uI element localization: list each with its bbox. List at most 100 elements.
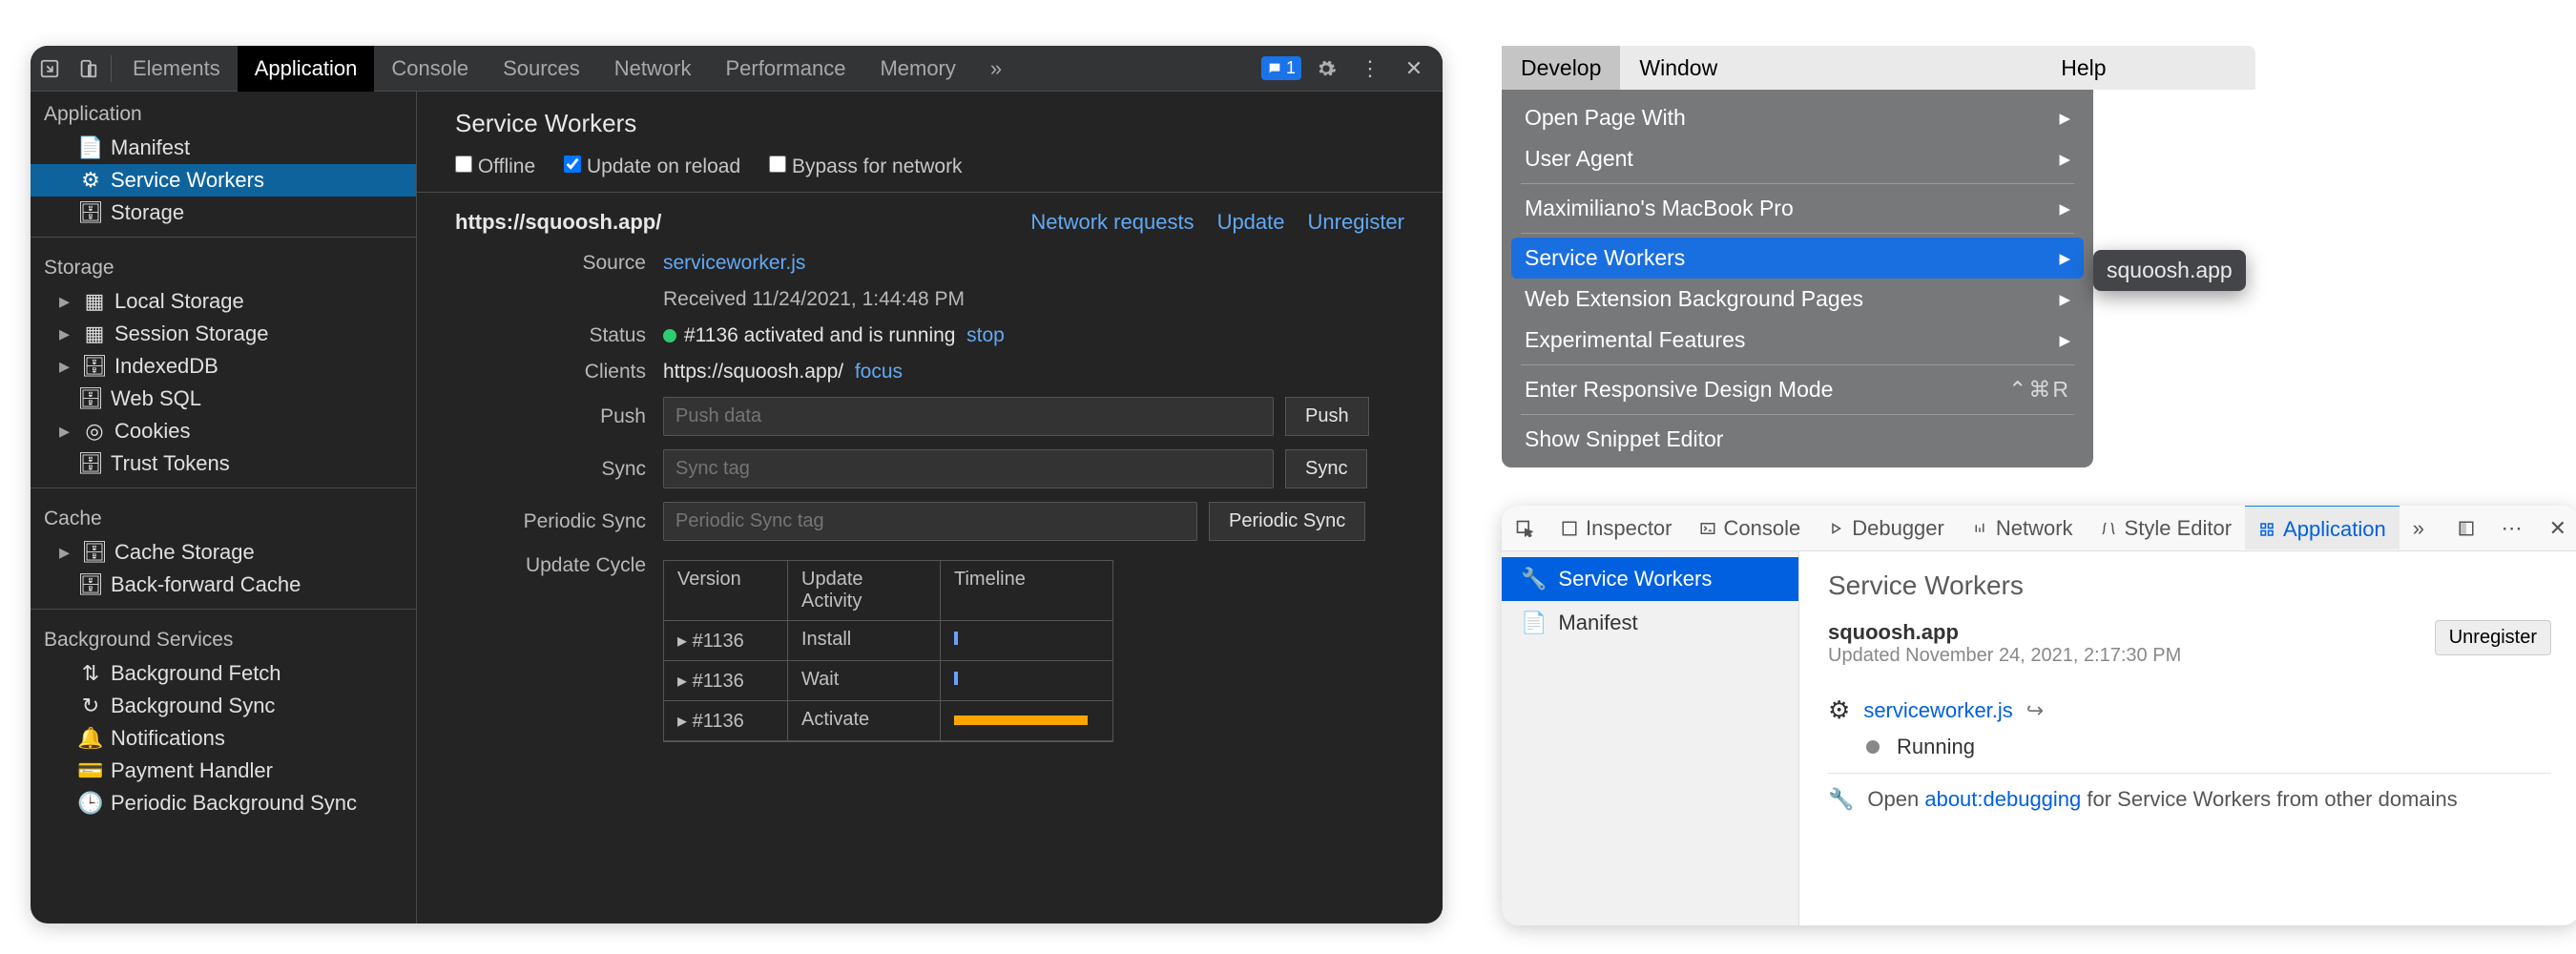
tab-console[interactable]: Console [1686, 506, 1815, 551]
sidebar-item-notifications[interactable]: 🔔Notifications [31, 722, 416, 755]
uc-row[interactable]: ▸ #1136 [664, 621, 788, 661]
timeline-bar [954, 716, 1088, 725]
menu-responsive-design[interactable]: Enter Responsive Design Mode⌃⌘R [1511, 369, 2084, 410]
sidebar-item-manifest[interactable]: 📄 Manifest [1502, 601, 1798, 645]
tab-application[interactable]: Application [2245, 506, 2399, 550]
tab-console[interactable]: Console [374, 46, 486, 92]
sidebar-item-cache-storage[interactable]: ▸🗄Cache Storage [31, 536, 416, 569]
chevron-right-icon[interactable]: ▸ [59, 321, 71, 346]
sidebar-item-cookies[interactable]: ▸◎Cookies [31, 415, 416, 447]
tabs-overflow-icon[interactable]: » [973, 46, 1019, 92]
push-button[interactable]: Push [1285, 397, 1369, 436]
close-icon[interactable]: ✕ [2536, 506, 2576, 551]
menu-user-agent[interactable]: User Agent▸ [1511, 138, 2084, 179]
chevron-right-icon[interactable]: ▸ [59, 289, 71, 314]
external-link-icon[interactable]: ↪ [2026, 698, 2044, 723]
tab-performance[interactable]: Performance [708, 46, 862, 92]
database-icon: 🗄 [80, 388, 101, 409]
offline-checkbox[interactable] [455, 156, 472, 173]
develop-dropdown: Open Page With▸ User Agent▸ Maximiliano'… [1502, 90, 2093, 467]
menu-window[interactable]: Window [1620, 46, 1736, 90]
status-text: Running [1897, 735, 1975, 759]
menu-service-workers[interactable]: Service Workers▸ [1511, 238, 2084, 279]
network-requests-link[interactable]: Network requests [1030, 210, 1194, 235]
script-link[interactable]: serviceworker.js [1863, 698, 2012, 723]
tab-elements[interactable]: Elements [115, 46, 238, 92]
sync-input[interactable] [663, 449, 1274, 488]
tab-style-editor[interactable]: Style Editor [2087, 506, 2246, 551]
chevron-right-icon[interactable]: ▸ [59, 419, 71, 444]
tab-network[interactable]: Network [597, 46, 709, 92]
sidebar-item-storage[interactable]: 🗄 Storage [31, 197, 416, 229]
close-icon[interactable]: ✕ [1395, 46, 1433, 92]
uc-col-version: Version [664, 561, 788, 621]
status-dot-icon [663, 329, 676, 342]
menu-snippet-editor[interactable]: Show Snippet Editor [1511, 419, 2084, 460]
periodic-sync-input[interactable] [663, 502, 1197, 541]
device-icon[interactable] [69, 46, 107, 92]
inspect-icon[interactable] [31, 46, 69, 92]
opt-bypass[interactable]: Bypass for network [769, 156, 962, 178]
sidebar-item-trust-tokens[interactable]: 🗄Trust Tokens [31, 447, 416, 480]
tab-debugger[interactable]: Debugger [1814, 506, 1958, 551]
gear-icon[interactable] [1307, 46, 1345, 92]
issues-count: 1 [1286, 58, 1296, 78]
sync-button[interactable]: Sync [1285, 449, 1367, 488]
about-debugging-link[interactable]: about:debugging [1924, 787, 2081, 811]
sidebar-item-manifest[interactable]: 📄 Manifest [31, 132, 416, 164]
timeline-tick [954, 672, 958, 685]
focus-link[interactable]: focus [855, 361, 903, 383]
uc-row[interactable]: ▸ #1136 [664, 701, 788, 741]
label: Service Workers [111, 168, 264, 193]
more-icon[interactable]: ⋯ [2488, 506, 2536, 551]
opt-update-reload[interactable]: Update on reload [564, 156, 740, 178]
submenu-item-squoosh[interactable]: squoosh.app [2107, 258, 2233, 283]
unregister-link[interactable]: Unregister [1308, 210, 1404, 235]
uc-row[interactable]: ▸ #1136 [664, 661, 788, 701]
sidebar-item-bf-cache[interactable]: 🗄Back-forward Cache [31, 569, 416, 601]
sidebar-item-service-workers[interactable]: ⚙ Service Workers [31, 164, 416, 197]
page-title: Service Workers [455, 109, 1404, 138]
sidebar-item-session-storage[interactable]: ▸▦Session Storage [31, 318, 416, 350]
push-input[interactable] [663, 397, 1274, 436]
pick-element-icon[interactable] [1502, 506, 1548, 551]
tab-inspector[interactable]: Inspector [1548, 506, 1686, 551]
chrome-tabs: Elements Application Console Sources Net… [115, 46, 1019, 92]
menu-develop[interactable]: Develop [1502, 46, 1620, 90]
tab-application[interactable]: Application [238, 46, 375, 92]
chevron-right-icon[interactable]: ▸ [59, 540, 71, 565]
menu-help[interactable]: Help [2042, 46, 2125, 90]
sidebar-item-indexeddb[interactable]: ▸🗄IndexedDB [31, 350, 416, 383]
source-link[interactable]: serviceworker.js [663, 252, 805, 274]
database-icon: 🗄 [80, 574, 101, 595]
tabs-overflow-icon[interactable]: » [2399, 506, 2438, 551]
chevron-right-icon[interactable]: ▸ [59, 354, 71, 379]
dock-icon[interactable] [2444, 506, 2488, 551]
issues-badge[interactable]: 1 [1261, 56, 1301, 80]
sw-submenu: squoosh.app [2093, 250, 2246, 291]
sidebar-item-web-sql[interactable]: 🗄Web SQL [31, 383, 416, 415]
sidebar-item-service-workers[interactable]: 🔧 Service Workers [1502, 557, 1798, 601]
menu-web-ext-bg[interactable]: Web Extension Background Pages▸ [1511, 279, 2084, 320]
unregister-button[interactable]: Unregister [2435, 620, 2551, 655]
tab-memory[interactable]: Memory [862, 46, 972, 92]
sidebar-item-bg-fetch[interactable]: ⇅Background Fetch [31, 657, 416, 690]
opt-offline[interactable]: Offline [455, 156, 535, 178]
sidebar-item-bg-sync[interactable]: ↻Background Sync [31, 690, 416, 722]
menu-device[interactable]: Maximiliano's MacBook Pro▸ [1511, 188, 2084, 229]
tab-network[interactable]: Network [1958, 506, 2087, 551]
menu-experimental[interactable]: Experimental Features▸ [1511, 320, 2084, 361]
periodic-sync-button[interactable]: Periodic Sync [1209, 502, 1365, 541]
update-reload-checkbox[interactable] [564, 156, 581, 173]
sidebar-item-periodic-sync[interactable]: 🕒Periodic Background Sync [31, 787, 416, 819]
update-link[interactable]: Update [1217, 210, 1285, 235]
tab-sources[interactable]: Sources [486, 46, 597, 92]
sidebar-item-payment[interactable]: 💳Payment Handler [31, 755, 416, 787]
firefox-main: Service Workers squoosh.app Updated Nove… [1799, 551, 2576, 925]
bypass-checkbox[interactable] [769, 156, 786, 173]
stop-link[interactable]: stop [966, 324, 1005, 346]
chevron-right-icon: ▸ [2059, 196, 2070, 221]
menu-open-page-with[interactable]: Open Page With▸ [1511, 97, 2084, 138]
kebab-icon[interactable]: ⋮ [1351, 46, 1389, 92]
sidebar-item-local-storage[interactable]: ▸▦Local Storage [31, 285, 416, 318]
